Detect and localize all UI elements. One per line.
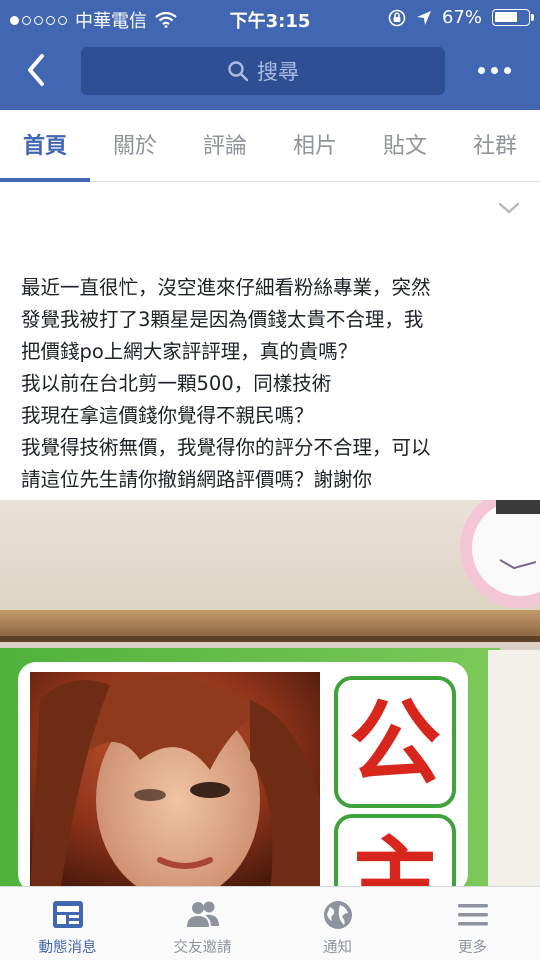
- tab-posts[interactable]: 貼文: [360, 110, 450, 182]
- status-bar: 中華電信 下午3:15 67%: [0, 0, 540, 36]
- friend-requests-icon: [186, 901, 219, 927]
- tab-reviews[interactable]: 評論: [180, 110, 270, 182]
- more-dots-icon: [478, 66, 485, 74]
- salon-price-sign-photo: 公 主: [0, 500, 540, 888]
- post-line: 我現在拿這價錢你覺得不親民嗎？: [21, 404, 314, 427]
- sign-character-gong: 公: [349, 690, 441, 797]
- nav-more-label: 更多: [458, 940, 487, 956]
- active-tab-indicator: [0, 178, 90, 182]
- post-line: 發覺我被打了3顆星是因為價錢太貴不合理，我: [21, 308, 424, 331]
- post-options-button[interactable]: [497, 200, 521, 216]
- nav-notifications-label: 通知: [323, 940, 352, 956]
- sign-character-zhu: 主: [349, 827, 441, 888]
- search-bar[interactable]: 搜尋: [81, 47, 445, 95]
- battery-percentage: 67%: [441, 7, 482, 28]
- tab-community[interactable]: 社群: [450, 110, 540, 182]
- nav-more[interactable]: 更多: [405, 887, 540, 960]
- bottom-tab-bar: 動態消息 交友邀請 通知 更多: [0, 886, 540, 960]
- back-button[interactable]: [22, 50, 52, 90]
- page-tabs: 首頁 關於 評論 相片 貼文 社群: [0, 110, 540, 182]
- tab-about[interactable]: 關於: [90, 110, 180, 182]
- search-placeholder: 搜尋: [257, 60, 299, 84]
- post-line: 最近一直很忙，沒空進來仔細看粉絲專業，突然: [21, 276, 431, 299]
- post-photo[interactable]: 公 主: [0, 500, 540, 888]
- nav-friend-requests[interactable]: 交友邀請: [135, 887, 270, 960]
- menu-icon: [457, 904, 488, 926]
- post-line: 把價錢po上網大家評評理，真的貴嗎？: [21, 340, 358, 363]
- nav-notifications[interactable]: 通知: [270, 887, 405, 960]
- news-feed-icon: [52, 901, 83, 928]
- search-icon: [228, 61, 249, 82]
- status-right: 67%: [388, 7, 534, 28]
- location-arrow-icon: [416, 10, 431, 25]
- nav-news-feed-label: 動態消息: [38, 940, 97, 956]
- chevron-left-icon: [28, 54, 44, 86]
- post-line: 我覺得技術無價，我覺得你的評分不合理，可以: [21, 436, 431, 459]
- more-options-button[interactable]: [478, 58, 514, 82]
- tab-home[interactable]: 首頁: [0, 110, 90, 182]
- tab-photos[interactable]: 相片: [270, 110, 360, 182]
- post-text: 最近一直很忙，沒空進來仔細看粉絲專業，突然 發覺我被打了3顆星是因為價錢太貴不合…: [21, 272, 526, 496]
- post-line: 請這位先生請你撤銷網路評價嗎？謝謝你: [21, 468, 373, 491]
- post-line: 我以前在台北剪一顆500，同樣技術: [21, 372, 332, 395]
- top-navigation-bar: 中華電信 下午3:15 67% 搜尋: [0, 0, 540, 110]
- chevron-down-icon: [498, 202, 520, 214]
- globe-notifications-icon: [323, 901, 352, 929]
- battery-icon: [492, 9, 534, 26]
- nav-friend-requests-label: 交友邀請: [173, 940, 232, 956]
- rotation-lock-icon: [388, 9, 406, 26]
- nav-news-feed[interactable]: 動態消息: [0, 887, 135, 960]
